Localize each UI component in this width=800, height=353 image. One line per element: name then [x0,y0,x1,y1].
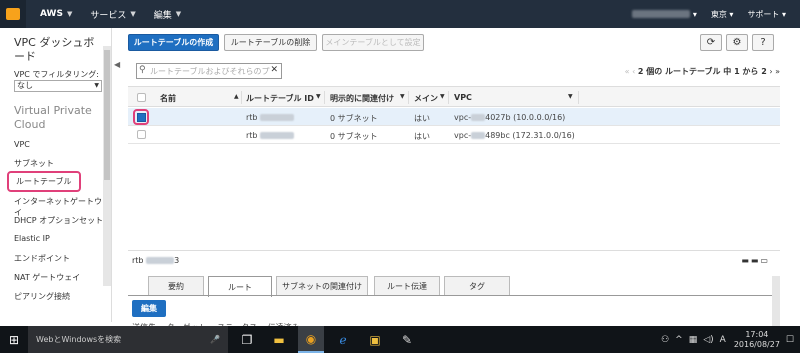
chevron-down-icon: ▼ [94,82,99,89]
table-row[interactable]: rtb 0 サブネット はい vpc- 489bc (172.31.0.0/16) [128,126,780,144]
create-route-table-button[interactable]: ルートテーブルの作成 [128,34,219,51]
sidebar-item-endpoints[interactable]: エンドポイント [14,253,70,264]
row-checkbox[interactable] [137,130,146,139]
detail-scrollbar[interactable] [772,276,780,326]
detail-title: rtb 3 [132,256,180,265]
edge-icon[interactable]: ℯ [330,326,356,353]
tab-subnet-associations[interactable]: サブネットの関連付け [276,276,368,296]
column-header-vpc[interactable]: VPC [454,93,472,102]
notification-icon[interactable]: ☐ [786,335,794,345]
sidebar: VPC ダッシュボード VPC でフィルタリング: なし ▼ Virtual Pr… [0,28,112,322]
notepad-icon[interactable]: ✎ [394,326,420,353]
vpc-filter-select[interactable]: なし ▼ [14,80,102,92]
taskbar-search-input[interactable]: WebとWindowsを検索 🎤 [28,326,228,353]
explicit-association: 0 サブネット [330,114,378,123]
volume-icon[interactable]: ◁) [703,335,713,345]
column-header-id[interactable]: ルートテーブル ID [246,93,314,104]
refresh-icon[interactable]: ⟳ [700,34,722,51]
chevron-down-icon[interactable]: ▼ [440,93,445,100]
main-flag: はい [414,114,430,123]
section-heading: Virtual Private Cloud [14,104,92,131]
edit-menu[interactable]: 編集 [154,8,172,21]
pane-layout-icons[interactable]: ▬▬▭ [741,256,770,265]
prev-page-icon[interactable]: ‹ [632,67,635,76]
chevron-down-icon: ▼ [130,10,136,18]
gear-icon[interactable]: ⚙ [726,34,748,51]
account-menu[interactable]: ▾ [632,10,697,19]
search-icon: ⚲ [139,65,146,75]
network-icon[interactable]: ▦ [689,335,698,345]
explicit-association: 0 サブネット [330,132,378,141]
pane-divider[interactable] [128,250,780,251]
clock[interactable]: 17:04 2016/08/27 [734,330,780,350]
row-checkbox[interactable] [133,109,149,125]
sidebar-item-route-tables[interactable]: ルートテーブル [7,171,81,192]
store-icon[interactable]: ▣ [362,326,388,353]
last-page-icon[interactable]: » [775,67,780,76]
sidebar-item-vpc[interactable]: VPC [14,140,30,149]
tab-summary[interactable]: 要約 [148,276,204,296]
route-table-id: rtb [246,113,295,122]
next-page-icon[interactable]: › [769,67,772,76]
task-view-icon[interactable]: ❐ [234,326,260,353]
first-page-icon[interactable]: « [625,67,630,76]
column-header-main[interactable]: メイン [414,93,438,104]
chevron-down-icon[interactable]: ▼ [316,93,321,100]
chevron-down-icon[interactable]: ▼ [400,93,405,100]
vpc-filter-label: VPC でフィルタリング: [14,70,99,79]
system-tray: ⚇ ^ ▦ ◁) A 17:04 2016/08/27 ☐ [655,326,794,353]
edit-routes-button[interactable]: 編集 [132,300,166,317]
sidebar-item-elastic-ip[interactable]: Elastic IP [14,234,50,243]
chrome-icon[interactable]: ◉ [298,326,324,353]
people-icon[interactable]: ⚇ [661,335,669,345]
chevron-up-icon[interactable]: ^ [675,335,683,345]
table-header: 名前 ▲ ルートテーブル ID ▼ 明示的に関連付け ▼ メイン ▼ VPC ▼ [128,86,780,107]
ime-icon[interactable]: A [720,335,726,345]
search-input[interactable]: ⚲ ルートテーブルおよびそれらのプ ✕ [136,63,282,79]
sidebar-item-dhcp-options[interactable]: DHCP オプションセット [14,215,103,226]
collapse-sidebar-icon[interactable]: ◀ [114,60,120,69]
help-icon[interactable]: ? [752,34,774,51]
microphone-icon[interactable]: 🎤 [210,335,220,344]
vpc-id: vpc- 489bc (172.31.0.0/16) [454,131,575,140]
sidebar-item-nat-gateways[interactable]: NAT ゲートウェイ [14,272,80,283]
vpc-id: vpc- 4027b (10.0.0.0/16) [454,113,566,122]
top-nav-bar: AWS ▼ サービス ▼ 編集 ▼ ▾ 東京 ▾ サポート ▾ [0,0,800,28]
tab-tags[interactable]: タグ [444,276,510,296]
delete-route-table-button[interactable]: ルートテーブルの削除 [224,34,317,51]
table-row[interactable]: rtb 0 サブネット はい vpc- 4027b (10.0.0.0/16) [128,108,780,126]
tab-routes[interactable]: ルート [208,276,272,297]
clear-search-icon[interactable]: ✕ [270,65,278,75]
sidebar-item-peering[interactable]: ピアリング接続 [14,291,70,302]
dashboard-link[interactable]: VPC ダッシュボード [14,36,102,64]
windows-taskbar: ⊞ WebとWindowsを検索 🎤 ❐ ▬ ◉ ℯ ▣ ✎ ⚇ ^ ▦ ◁) A… [0,326,800,353]
services-menu[interactable]: サービス [90,8,126,21]
windows-start-icon[interactable]: ⊞ [0,326,28,353]
chevron-down-icon: ▼ [66,10,73,18]
sidebar-item-subnets[interactable]: サブネット [14,158,54,169]
aws-logo-icon[interactable] [0,0,26,28]
support-menu[interactable]: サポート ▾ [747,9,786,20]
set-main-table-button[interactable]: メインテーブルとして設定 [322,34,424,51]
pagination: « ‹ 2 個の ルートテーブル 中 1 から 2 › » [624,67,780,76]
chevron-down-icon: ▼ [175,10,182,18]
sidebar-scroll-thumb[interactable] [104,50,110,180]
main-flag: はい [414,132,430,141]
sort-asc-icon[interactable]: ▲ [234,93,239,100]
select-all-checkbox[interactable] [137,93,146,102]
column-header-explicit[interactable]: 明示的に関連付け [330,93,394,104]
aws-menu[interactable]: AWS [40,9,63,19]
column-header-name[interactable]: 名前 [160,93,176,104]
route-table-id: rtb [246,131,295,140]
region-menu[interactable]: 東京 ▾ [711,9,734,20]
chevron-down-icon[interactable]: ▼ [568,93,573,100]
tab-route-propagation[interactable]: ルート伝達 [374,276,440,296]
file-explorer-icon[interactable]: ▬ [266,326,292,353]
